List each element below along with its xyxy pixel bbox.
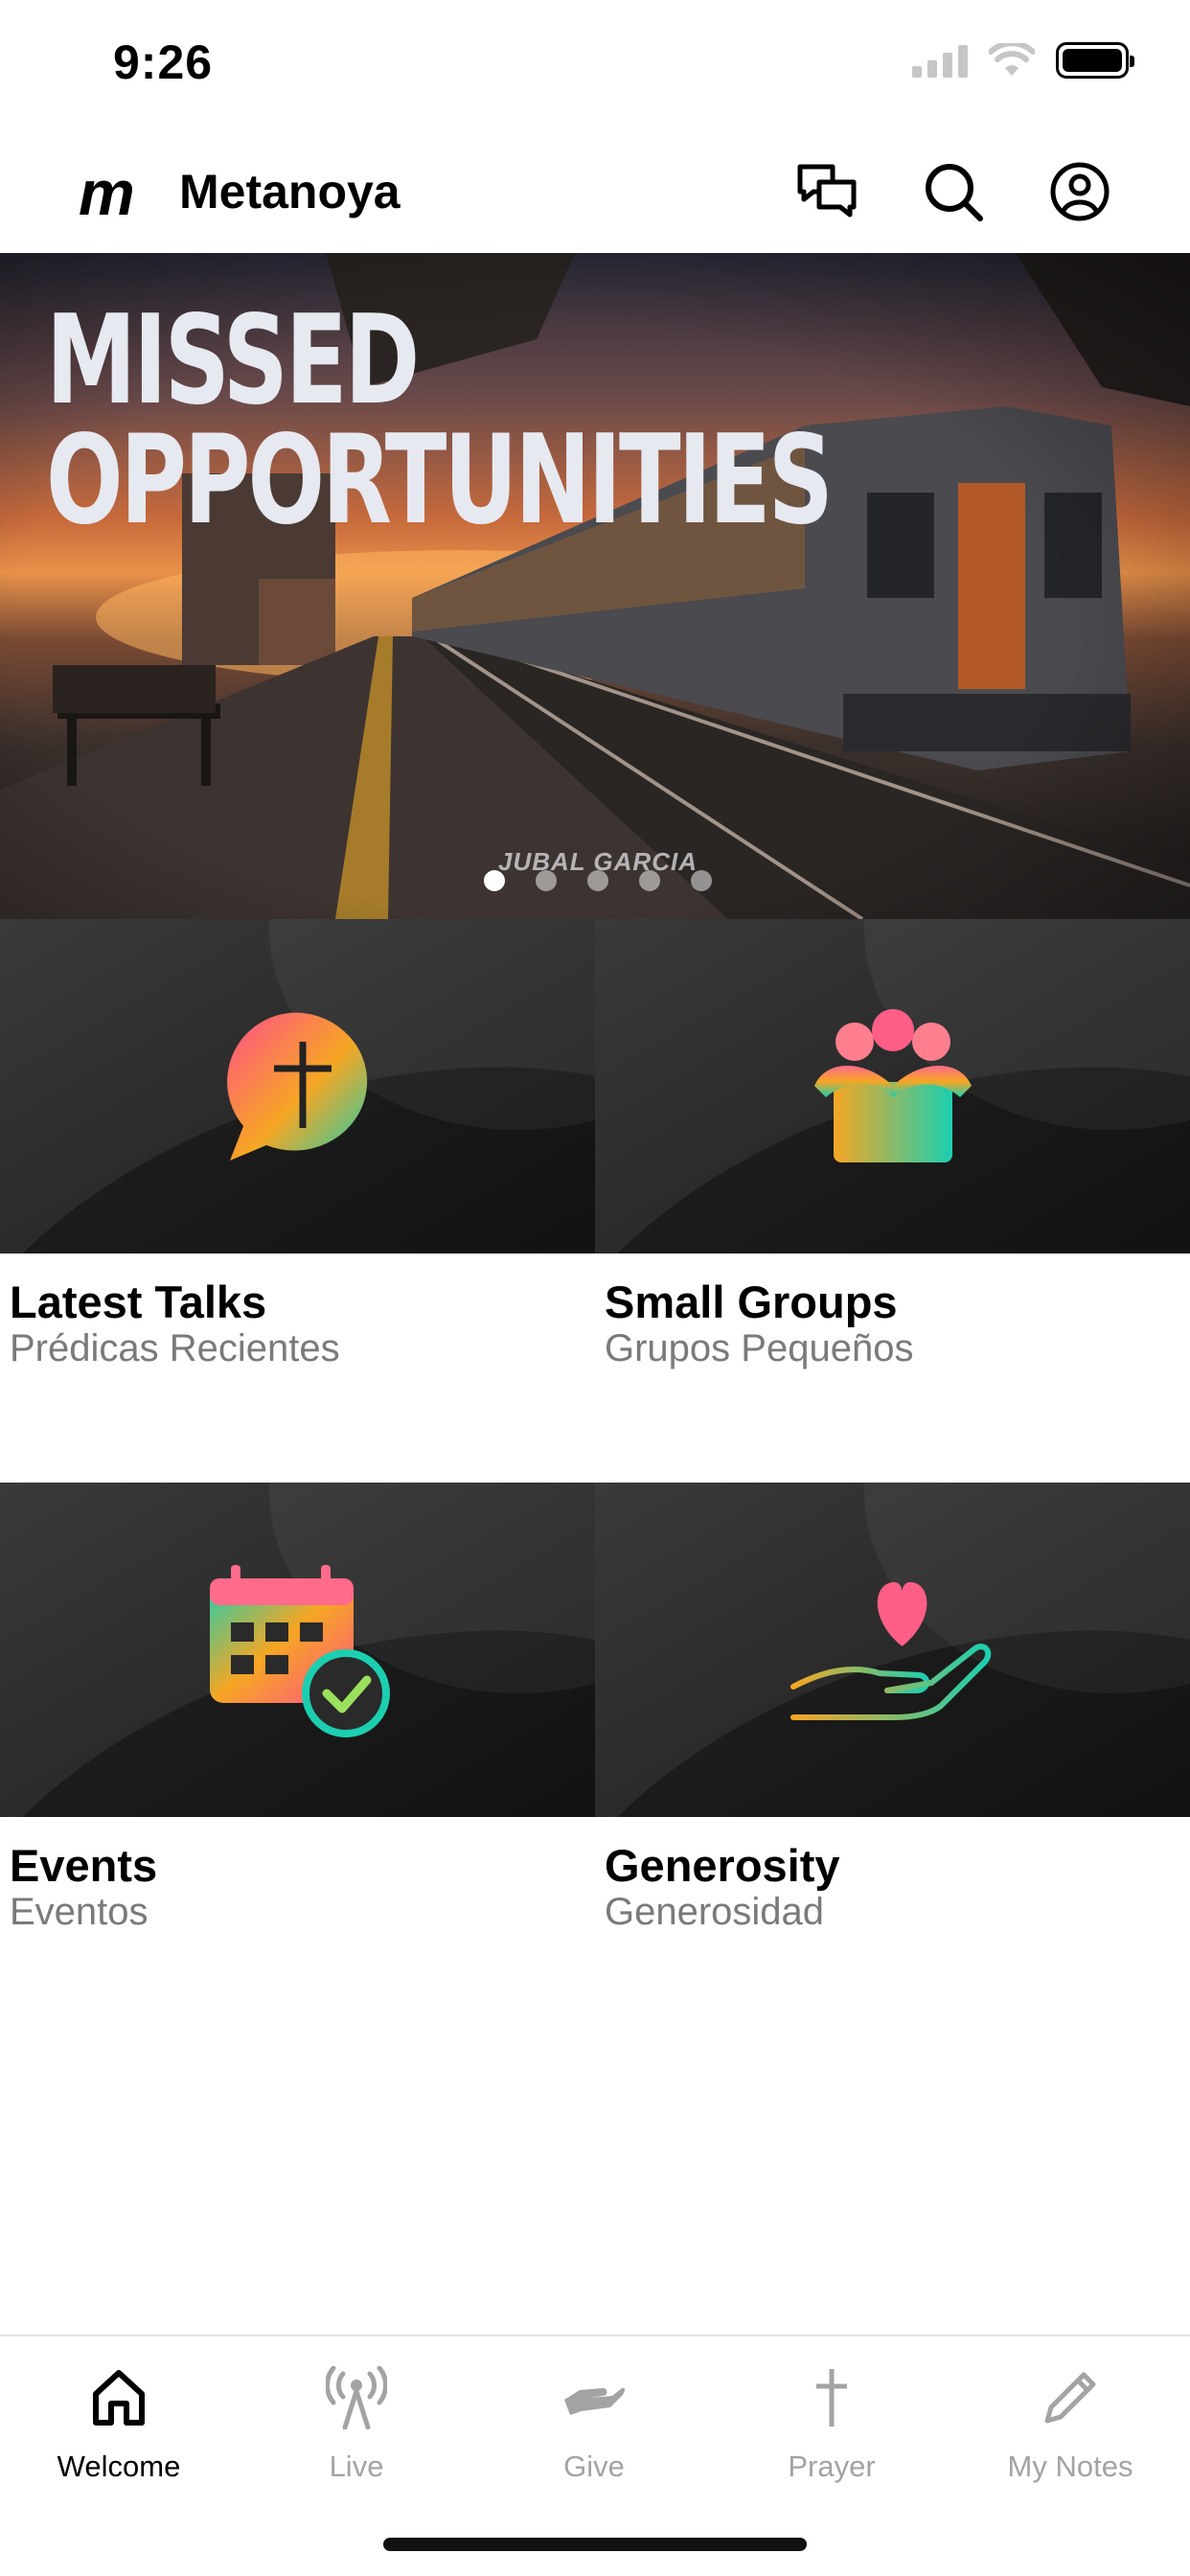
tile-image xyxy=(0,919,595,1254)
group-hug-icon xyxy=(813,1008,972,1162)
carousel-dot[interactable] xyxy=(587,870,608,891)
profile-button[interactable] xyxy=(1046,158,1113,225)
broadcast-icon xyxy=(326,2366,387,2429)
featured-banner[interactable]: Missed Opportunities JUBAL GARCIA xyxy=(0,253,1190,919)
cellular-signal-icon xyxy=(912,43,968,78)
battery-icon xyxy=(1056,42,1134,79)
tab-welcome[interactable]: Welcome xyxy=(0,2359,238,2484)
user-icon xyxy=(1050,162,1110,221)
tile-image xyxy=(595,1483,1190,1817)
app-title: Metanoya xyxy=(179,165,400,218)
tile-title: Generosity xyxy=(605,1840,840,1891)
status-time: 9:26 xyxy=(113,35,214,89)
search-button[interactable] xyxy=(920,158,987,225)
search-icon xyxy=(926,164,983,221)
banner-title: Missed Opportunities xyxy=(46,289,834,553)
chat-cross-icon xyxy=(226,1012,367,1161)
cross-icon xyxy=(816,2369,847,2426)
tab-label: Live xyxy=(329,2450,384,2483)
tile-events[interactable]: Events Eventos xyxy=(0,1483,595,2019)
home-icon xyxy=(93,2370,145,2426)
tile-subtitle: Prédicas Recientes xyxy=(10,1327,340,1369)
tile-subtitle: Generosidad xyxy=(605,1891,825,1933)
status-bar: 9:26 xyxy=(0,0,1190,129)
status-icons xyxy=(912,42,1134,79)
carousel-dots[interactable] xyxy=(484,870,712,891)
wifi-icon xyxy=(989,43,1035,76)
give-hand-icon xyxy=(564,2387,625,2415)
tab-label: Welcome xyxy=(57,2450,181,2483)
tile-title: Latest Talks xyxy=(10,1276,267,1327)
heart-hand-icon xyxy=(790,1581,991,1720)
tab-label: Give xyxy=(563,2450,625,2483)
tile-generosity[interactable]: Generosity Generosidad xyxy=(595,1483,1190,2019)
tile-latest-talks[interactable]: Latest Talks Prédicas Recientes xyxy=(0,919,595,1475)
tile-subtitle: Grupos Pequeños xyxy=(605,1327,914,1369)
tile-small-groups[interactable]: Small Groups Grupos Pequeños xyxy=(595,919,1190,1475)
tab-label: My Notes xyxy=(1007,2450,1133,2483)
tile-subtitle: Eventos xyxy=(10,1891,149,1933)
tab-my-notes[interactable]: My Notes xyxy=(950,2359,1190,2484)
chat-bubbles-icon xyxy=(797,164,857,218)
app-logo: m xyxy=(79,157,135,228)
carousel-dot[interactable] xyxy=(691,870,712,891)
app-header: m Metanoya xyxy=(0,129,1190,254)
carousel-dot[interactable] xyxy=(484,870,505,891)
tile-image xyxy=(0,1483,595,1817)
tab-prayer[interactable]: Prayer xyxy=(713,2359,950,2484)
messages-button[interactable] xyxy=(793,158,860,225)
home-indicator[interactable] xyxy=(383,2538,807,2551)
pencil-icon xyxy=(1044,2372,1096,2424)
tile-title: Small Groups xyxy=(605,1276,898,1327)
carousel-dot[interactable] xyxy=(536,870,557,891)
banner-title-line-2: Opportunities xyxy=(46,409,834,553)
tile-image xyxy=(595,919,1190,1254)
tab-label: Prayer xyxy=(788,2450,876,2483)
tab-give[interactable]: Give xyxy=(475,2359,713,2484)
banner-title-line-1: Missed xyxy=(46,289,420,432)
calendar-check-icon xyxy=(209,1564,390,1737)
tab-live[interactable]: Live xyxy=(238,2359,475,2484)
carousel-dot[interactable] xyxy=(639,870,660,891)
tile-title: Events xyxy=(10,1840,158,1891)
